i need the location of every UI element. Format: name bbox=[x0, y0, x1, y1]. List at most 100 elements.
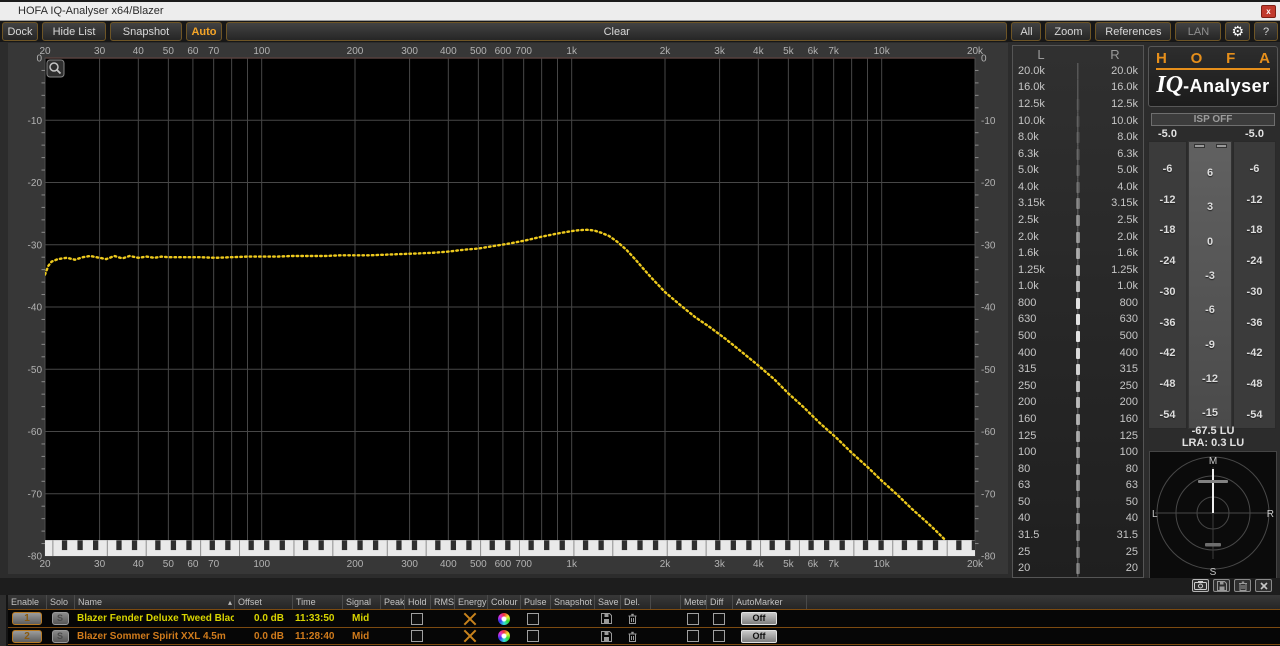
meter-checkbox[interactable] bbox=[687, 630, 699, 642]
save-icon[interactable] bbox=[601, 631, 612, 642]
magnifier-zoom-icon[interactable] bbox=[47, 60, 64, 77]
col-solo[interactable]: Solo bbox=[46, 595, 74, 609]
col-pulse[interactable]: Pulse bbox=[520, 595, 550, 609]
track-time: 11:28:40 bbox=[292, 628, 342, 644]
spectrum-analyser[interactable]: 00-10-10-20-20-30-30-40-40-50-50-60-60-7… bbox=[8, 43, 1008, 574]
automarker-off-button[interactable]: Off bbox=[741, 630, 777, 643]
band-meter-header: L R bbox=[1013, 46, 1143, 63]
colour-dot-icon[interactable] bbox=[498, 613, 510, 625]
diff-cell[interactable] bbox=[706, 628, 732, 644]
save-cell[interactable] bbox=[594, 628, 620, 644]
trash-icon[interactable] bbox=[627, 613, 638, 624]
track-signal[interactable]: Mid bbox=[342, 628, 380, 644]
col-diff[interactable]: Diff bbox=[706, 595, 732, 609]
meter-cell[interactable] bbox=[680, 610, 706, 627]
snapshot-button[interactable]: Snapshot bbox=[110, 22, 182, 41]
meter-cell[interactable] bbox=[680, 628, 706, 644]
energy-x-icon[interactable] bbox=[463, 612, 477, 626]
meter-handle-icon[interactable] bbox=[1216, 144, 1227, 148]
meter-checkbox[interactable] bbox=[687, 613, 699, 625]
save-cell[interactable] bbox=[594, 610, 620, 627]
hide-list-button[interactable]: Hide List bbox=[42, 22, 106, 41]
hold-checkbox[interactable] bbox=[411, 630, 423, 642]
col-energy[interactable]: Energy bbox=[454, 595, 487, 609]
save-icon[interactable] bbox=[601, 613, 612, 624]
col-signal[interactable]: Signal bbox=[342, 595, 380, 609]
peak-readouts: -5.0 -5.0 bbox=[1147, 128, 1279, 140]
gonio-balance-bar[interactable] bbox=[1205, 543, 1221, 547]
logo-letter: F bbox=[1226, 50, 1235, 67]
svg-text:20: 20 bbox=[39, 46, 51, 57]
left-level-meter[interactable]: -6-12-18-24-30-36-42-48-54 bbox=[1148, 141, 1187, 429]
col-peak[interactable]: Peak bbox=[380, 595, 404, 609]
references-button[interactable]: References bbox=[1095, 22, 1171, 41]
col-automarker[interactable]: AutoMarker bbox=[732, 595, 806, 609]
gonio-correlation-bar[interactable] bbox=[1198, 480, 1228, 483]
energy-x-icon[interactable] bbox=[463, 629, 477, 643]
loudness-meter[interactable]: 630-3-6-9-12-15 bbox=[1188, 141, 1232, 429]
del-cell[interactable] bbox=[620, 610, 650, 627]
svg-text:-20: -20 bbox=[28, 178, 43, 189]
dock-button[interactable]: Dock bbox=[2, 22, 38, 41]
hold-cell[interactable] bbox=[404, 628, 430, 644]
auto-button[interactable]: Auto bbox=[186, 22, 222, 41]
col-enable[interactable]: Enable bbox=[8, 595, 46, 609]
hold-cell[interactable] bbox=[404, 610, 430, 627]
del-cell[interactable] bbox=[620, 628, 650, 644]
save-icon[interactable] bbox=[1213, 579, 1230, 592]
settings-gear-icon[interactable]: ⚙ bbox=[1225, 22, 1250, 41]
col-save[interactable]: Save bbox=[594, 595, 620, 609]
trash-icon[interactable] bbox=[627, 631, 638, 642]
colour-dot-icon[interactable] bbox=[498, 630, 510, 642]
list-gutter[interactable] bbox=[0, 595, 8, 646]
menu-bar: Dock Hide List Snapshot Auto Clear All Z… bbox=[0, 21, 1280, 42]
hold-checkbox[interactable] bbox=[411, 613, 423, 625]
col-colour[interactable]: Colour bbox=[487, 595, 520, 609]
clear-button[interactable]: Clear bbox=[226, 22, 1007, 41]
energy-cell[interactable] bbox=[454, 610, 487, 627]
col-time[interactable]: Time bbox=[292, 595, 342, 609]
right-level-meter[interactable]: -6-12-18-24-30-36-42-48-54 bbox=[1233, 141, 1276, 429]
enable-button[interactable]: 1 bbox=[12, 612, 42, 625]
band-row: 10.0k10.0k bbox=[1013, 113, 1143, 130]
pulse-checkbox[interactable] bbox=[527, 613, 539, 625]
close-button[interactable]: x bbox=[1261, 5, 1276, 18]
table-row[interactable]: 2 S Blazer Sommer Spirit XXL 4.5m 0.0 dB… bbox=[8, 627, 1280, 645]
col-offset[interactable]: Offset bbox=[234, 595, 292, 609]
meter-scale-label: -6 bbox=[1189, 305, 1231, 316]
colour-cell[interactable] bbox=[487, 628, 520, 644]
all-button[interactable]: All bbox=[1011, 22, 1041, 41]
enable-button[interactable]: 2 bbox=[12, 630, 42, 643]
meter-handle-icon[interactable] bbox=[1194, 144, 1205, 148]
band-row: 1.6k1.6k bbox=[1013, 245, 1143, 262]
snapshot-camera-icon[interactable] bbox=[1192, 579, 1209, 592]
pulse-cell[interactable] bbox=[520, 610, 550, 627]
diff-cell[interactable] bbox=[706, 610, 732, 627]
track-signal[interactable]: Mid bbox=[342, 610, 380, 627]
solo-button[interactable]: S bbox=[52, 630, 69, 643]
solo-button[interactable]: S bbox=[52, 612, 69, 625]
spectrum-plot[interactable]: 00-10-10-20-20-30-30-40-40-50-50-60-60-7… bbox=[8, 43, 1008, 574]
col-snapshot[interactable]: Snapshot bbox=[550, 595, 594, 609]
automarker-cell[interactable]: Off bbox=[732, 628, 806, 644]
lan-button[interactable]: LAN bbox=[1175, 22, 1221, 41]
pulse-checkbox[interactable] bbox=[527, 630, 539, 642]
zoom-button[interactable]: Zoom bbox=[1045, 22, 1091, 41]
help-button[interactable]: ? bbox=[1254, 22, 1278, 41]
col-del[interactable]: Del. bbox=[620, 595, 650, 609]
diff-checkbox[interactable] bbox=[713, 630, 725, 642]
colour-cell[interactable] bbox=[487, 610, 520, 627]
table-row[interactable]: 1 S Blazer Fender Deluxe Tweed Black 4. … bbox=[8, 609, 1280, 627]
automarker-cell[interactable]: Off bbox=[732, 610, 806, 627]
pulse-cell[interactable] bbox=[520, 628, 550, 644]
trash-icon[interactable] bbox=[1234, 579, 1251, 592]
col-hold[interactable]: Hold bbox=[404, 595, 430, 609]
col-rms[interactable]: RMS bbox=[430, 595, 454, 609]
diff-checkbox[interactable] bbox=[713, 613, 725, 625]
automarker-off-button[interactable]: Off bbox=[741, 612, 777, 625]
close-list-icon[interactable] bbox=[1255, 579, 1272, 592]
isp-off-button[interactable]: ISP OFF bbox=[1151, 113, 1275, 126]
col-name[interactable]: Name▴ bbox=[74, 595, 234, 609]
energy-cell[interactable] bbox=[454, 628, 487, 644]
col-meter[interactable]: Meter bbox=[680, 595, 706, 609]
